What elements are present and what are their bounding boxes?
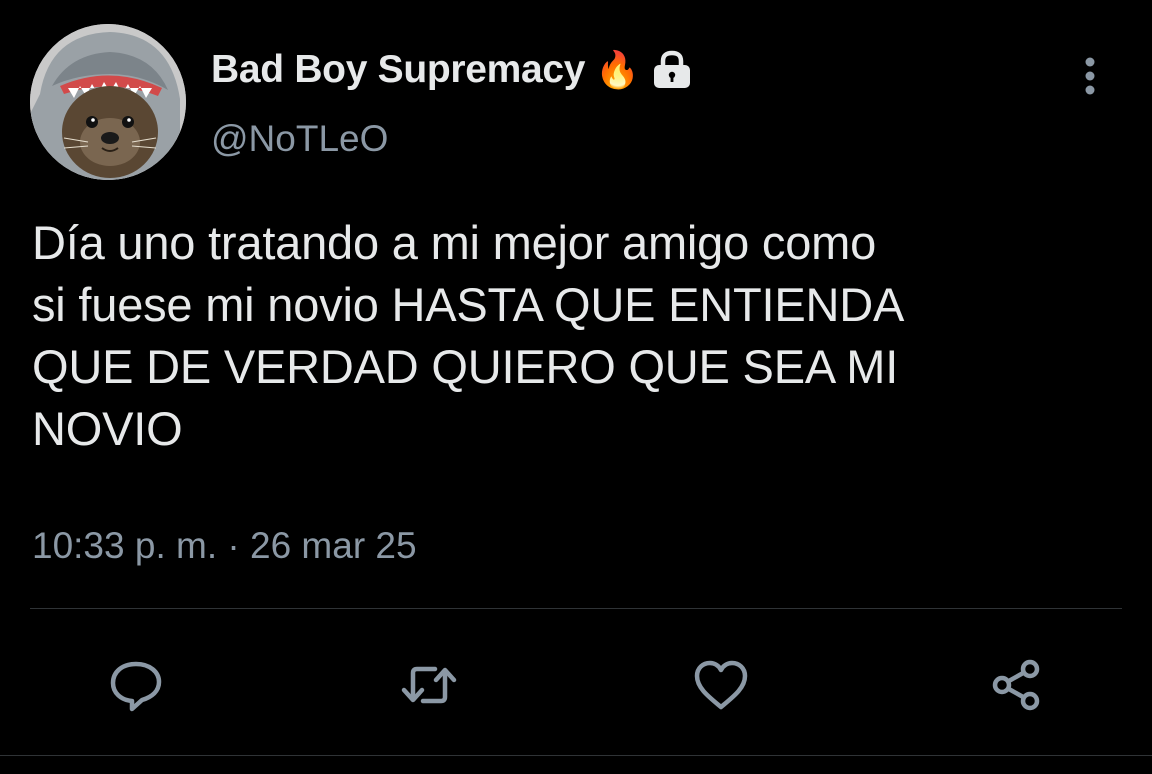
reply-button[interactable]	[101, 650, 171, 720]
share-button[interactable]	[982, 650, 1052, 720]
lock-icon	[650, 50, 694, 90]
otter-shark-hood-avatar-icon	[30, 24, 186, 180]
tweet-time: 10:33 p. m.	[32, 525, 218, 566]
display-name[interactable]: Bad Boy Supremacy	[211, 48, 586, 92]
tweet-card: Bad Boy Supremacy 🔥 @NoTLeO Día uno trat…	[0, 0, 1152, 774]
more-options-button[interactable]	[1070, 52, 1110, 100]
author-handle[interactable]: @NoTLeO	[211, 118, 388, 160]
bottom-divider	[0, 755, 1152, 756]
avatar[interactable]	[30, 24, 186, 180]
timestamp-separator: ·	[227, 525, 240, 566]
author-name-row[interactable]: Bad Boy Supremacy 🔥	[211, 46, 694, 94]
reply-icon	[110, 661, 162, 712]
more-vertical-icon	[1085, 57, 1095, 95]
share-icon	[992, 659, 1040, 711]
like-button[interactable]	[686, 650, 756, 720]
divider	[30, 608, 1122, 609]
retweet-button[interactable]	[394, 650, 464, 720]
fire-emoji: 🔥	[595, 49, 641, 90]
heart-icon	[694, 660, 748, 710]
tweet-actions	[0, 650, 1152, 720]
tweet-timestamp[interactable]: 10:33 p. m. · 26 mar 25	[32, 525, 417, 567]
retweet-icon	[401, 666, 457, 704]
tweet-date: 26 mar 25	[250, 525, 417, 566]
tweet-text: Día uno tratando a mi mejor amigo como s…	[32, 216, 905, 455]
